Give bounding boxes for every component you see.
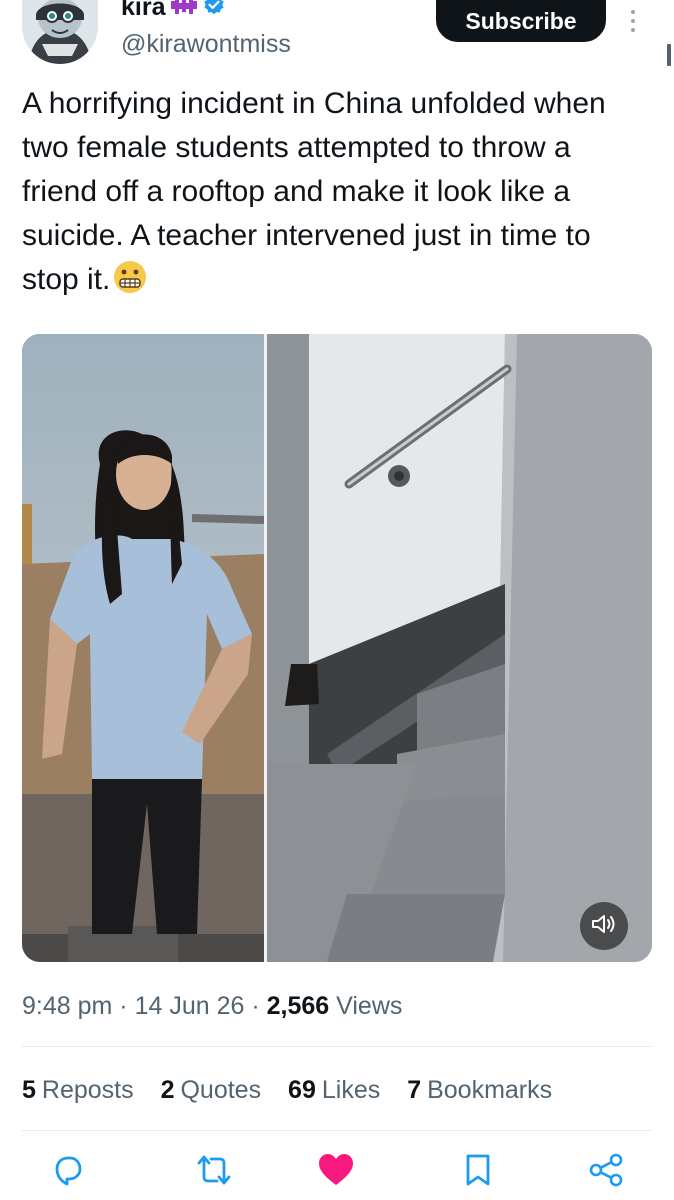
repost-icon: [196, 1153, 232, 1192]
display-name[interactable]: kira: [121, 0, 165, 20]
tweet-meta: 9:48 pm · 14 Jun 26 · 2,566 Views: [22, 986, 402, 1026]
quotes-count: 2: [160, 1076, 175, 1104]
bookmarks-stat[interactable]: 7 Bookmarks: [407, 1076, 552, 1104]
speaker-icon: [591, 913, 617, 940]
tweet-detail-page: kira @kirawontmiss Subscribe A horrifyin…: [0, 0, 674, 1200]
grimacing-face-emoji-icon: [112, 259, 148, 295]
divider: [22, 1130, 652, 1131]
divider: [22, 1046, 652, 1047]
reply-icon: [51, 1153, 85, 1192]
video-right-panel: [267, 334, 652, 962]
quotes-stat[interactable]: 2 Quotes: [161, 1076, 262, 1104]
share-icon: [588, 1153, 624, 1192]
tweet-header: kira @kirawontmiss Subscribe: [0, 0, 674, 78]
scrollbar-thumb[interactable]: [667, 44, 671, 66]
bookmark-button[interactable]: [456, 1150, 500, 1194]
reply-button[interactable]: [46, 1150, 90, 1194]
vertical-ellipsis-icon[interactable]: [626, 8, 640, 36]
verified-badge-icon[interactable]: [203, 0, 225, 21]
tweet-text: A horrifying incident in China unfolded …: [22, 82, 652, 302]
tweet-text-body: A horrifying incident in China unfolded …: [22, 87, 606, 296]
reposts-count: 5: [22, 1076, 36, 1104]
video-left-panel: [22, 334, 264, 962]
bookmarks-count: 7: [407, 1076, 422, 1104]
heart-icon: [317, 1153, 355, 1192]
reposts-label: Reposts: [41, 1076, 134, 1104]
avatar[interactable]: [22, 0, 98, 64]
views-label: Views: [336, 992, 403, 1020]
user-handle[interactable]: @kirawontmiss: [121, 28, 291, 60]
repost-button[interactable]: [192, 1150, 236, 1194]
tweet-stats: 5 Reposts 2 Quotes 69 Likes 7 Bookmarks: [22, 1070, 552, 1110]
share-button[interactable]: [584, 1150, 628, 1194]
bookmarks-label: Bookmarks: [427, 1076, 553, 1104]
tweet-actions: [0, 1150, 674, 1200]
tweet-time[interactable]: 9:48 pm: [22, 992, 112, 1020]
meta-separator: ·: [251, 992, 260, 1020]
reposts-stat[interactable]: 5 Reposts: [22, 1076, 134, 1104]
views-count: 2,566: [266, 992, 330, 1020]
bookmark-icon: [464, 1153, 492, 1192]
likes-stat[interactable]: 69 Likes: [288, 1076, 380, 1104]
meta-separator: ·: [119, 992, 128, 1020]
space-invader-emoji-icon: [171, 0, 198, 20]
like-button[interactable]: [314, 1150, 358, 1194]
likes-label: Likes: [321, 1076, 381, 1104]
volume-button[interactable]: [580, 902, 628, 950]
tweet-date[interactable]: 14 Jun 26: [135, 992, 245, 1020]
display-name-row: kira: [121, 0, 225, 22]
tweet-video[interactable]: [22, 334, 652, 962]
likes-count: 69: [288, 1076, 316, 1104]
quotes-label: Quotes: [180, 1076, 262, 1104]
subscribe-button[interactable]: Subscribe: [436, 0, 606, 42]
